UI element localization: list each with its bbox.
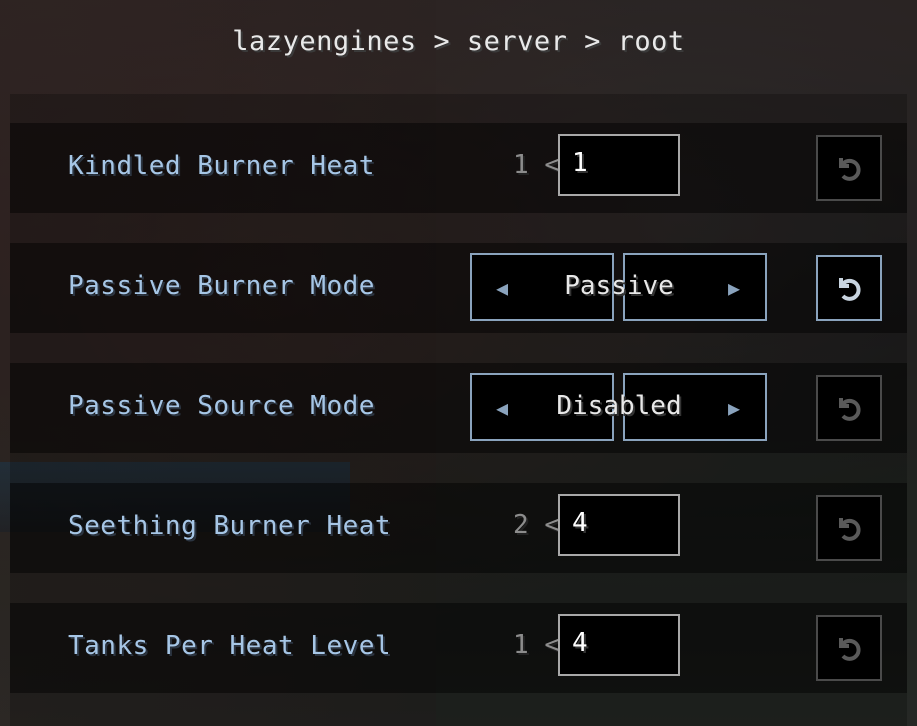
reset-button[interactable] (816, 495, 882, 561)
breadcrumb: lazyengines > server > root (232, 26, 685, 57)
reset-icon (839, 518, 861, 541)
reset-icon (839, 158, 861, 181)
setting-label: Kindled Burner Heat (68, 151, 375, 181)
setting-label: Passive Source Mode (68, 391, 375, 421)
setting-row-tanks-per-heat-level: Tanks Per Heat Level 1 < 4 (10, 603, 907, 693)
setting-row-kindled-burner-heat: Kindled Burner Heat 1 < 1 (10, 123, 907, 213)
reset-button[interactable] (816, 255, 882, 321)
min-value-hint: 2 < (513, 510, 560, 540)
arrow-right-icon: ▶ (727, 396, 741, 420)
reset-button[interactable] (816, 135, 882, 201)
value-input[interactable]: 4 (558, 494, 680, 556)
setting-label: Seething Burner Heat (68, 511, 392, 541)
value-input[interactable]: 1 (558, 134, 680, 196)
option-selector: ◀ Passive ▶ (470, 253, 768, 321)
value-input[interactable]: 4 (558, 614, 680, 676)
setting-label: Passive Burner Mode (68, 271, 375, 301)
reset-icon (839, 278, 861, 301)
setting-row-seething-burner-heat: Seething Burner Heat 2 < 4 (10, 483, 907, 573)
reset-button[interactable] (816, 615, 882, 681)
min-value-hint: 1 < (513, 630, 560, 660)
setting-label: Tanks Per Heat Level (68, 631, 392, 661)
reset-icon (839, 638, 861, 661)
reset-button[interactable] (816, 375, 882, 441)
arrow-right-icon: ▶ (727, 276, 741, 300)
option-selector: ◀ Disabled ▶ (470, 373, 768, 441)
min-value-hint: 1 < (513, 150, 560, 180)
setting-row-passive-source-mode: Passive Source Mode ◀ Disabled ▶ (10, 363, 907, 453)
reset-icon (839, 398, 861, 421)
setting-row-passive-burner-mode: Passive Burner Mode ◀ Passive ▶ (10, 243, 907, 333)
